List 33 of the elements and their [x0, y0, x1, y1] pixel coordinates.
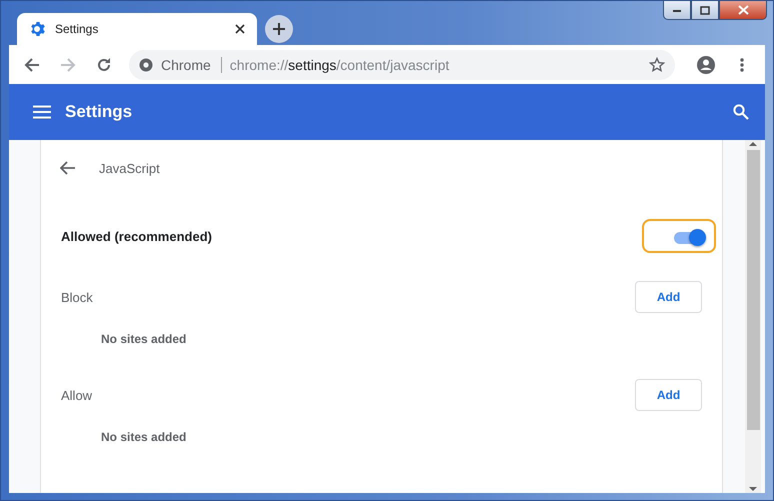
menu-icon[interactable] — [33, 105, 51, 119]
page-title: JavaScript — [99, 160, 160, 176]
plus-icon — [272, 22, 286, 36]
minimize-icon — [672, 7, 682, 13]
section-label: Block — [61, 290, 94, 304]
close-icon[interactable] — [235, 24, 245, 34]
maximize-icon — [700, 6, 710, 14]
search-icon[interactable] — [733, 104, 749, 120]
toggle-switch[interactable] — [642, 219, 716, 253]
minimize-button[interactable] — [663, 1, 691, 20]
star-icon[interactable] — [649, 56, 665, 72]
address-bar[interactable]: Chrome chrome://settings/content/javascript — [129, 50, 675, 80]
empty-message: No sites added — [100, 429, 188, 446]
back-arrow-icon[interactable] — [24, 56, 40, 72]
scroll-down-icon[interactable] — [749, 485, 757, 493]
new-tab-button[interactable] — [265, 15, 293, 43]
chrome-icon — [139, 58, 153, 72]
back-arrow-icon[interactable] — [60, 161, 76, 175]
browser-tab[interactable]: Settings — [17, 13, 257, 45]
origin-label: Chrome — [161, 56, 222, 72]
header-title: Settings — [65, 102, 134, 122]
section-label: Allow — [61, 388, 94, 402]
close-button[interactable] — [719, 1, 767, 20]
gear-icon — [29, 21, 45, 37]
maximize-button[interactable] — [691, 1, 719, 20]
add-button[interactable]: Add — [635, 281, 702, 313]
toggle-label: Allowed (recommended) — [61, 228, 213, 244]
empty-message: No sites added — [100, 331, 188, 348]
reload-icon[interactable] — [96, 56, 112, 72]
url-text: chrome://settings/content/javascript — [230, 56, 450, 72]
add-button[interactable]: Add — [635, 379, 702, 411]
close-icon — [738, 5, 748, 15]
scrollbar[interactable] — [745, 140, 761, 493]
